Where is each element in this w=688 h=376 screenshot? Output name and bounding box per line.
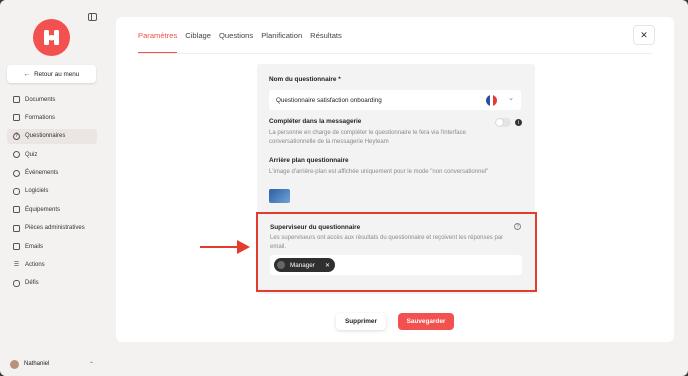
messaging-label: Compléter dans la messagerie bbox=[269, 118, 362, 125]
background-help: L'image d'arrière-plan est affichée uniq… bbox=[269, 169, 489, 175]
info-icon[interactable]: i bbox=[515, 119, 522, 126]
messaging-help: La personne en charge de compléter le qu… bbox=[269, 130, 466, 145]
supervisor-section-highlight: Superviseur du questionnaire ? Les super… bbox=[256, 212, 537, 292]
sidebar-item-equipements[interactable]: Équipements bbox=[7, 202, 97, 217]
questionnaire-name-value: Questionnaire satisfaction onboarding bbox=[276, 96, 382, 104]
sidebar-item-documents[interactable]: Documents bbox=[7, 92, 97, 107]
back-to-menu-label: Retour au menu bbox=[34, 70, 80, 78]
people-icon bbox=[13, 169, 20, 177]
sidebar-item-label: Équipements bbox=[25, 206, 61, 213]
sidebar-item-quiz[interactable]: Quiz bbox=[7, 147, 97, 162]
sidebar-nav: Documents Formations ? Questionnaires Qui… bbox=[7, 92, 97, 294]
tab-resultats[interactable]: Résultats bbox=[310, 31, 342, 53]
mail-icon bbox=[13, 243, 20, 251]
list-icon: ☰ bbox=[13, 262, 20, 269]
sidebar-item-defis[interactable]: Défis bbox=[7, 276, 97, 291]
app-window: ← Retour au menu Documents Formations ? Q… bbox=[0, 0, 688, 376]
heyteam-logo bbox=[33, 19, 70, 56]
french-flag-icon[interactable] bbox=[486, 95, 497, 106]
sidebar-item-label: Pièces administratives bbox=[25, 225, 85, 232]
sidebar-item-label: Emails bbox=[25, 243, 44, 250]
gamepad-icon bbox=[13, 279, 20, 287]
sidebar-item-label: Événements bbox=[25, 170, 59, 177]
sidebar-item-label: Formations bbox=[25, 114, 56, 121]
supervisor-input[interactable]: Manager ✕ bbox=[270, 255, 522, 275]
sidebar-item-label: Questionnaires bbox=[25, 133, 66, 140]
remove-chip-icon[interactable]: ✕ bbox=[325, 262, 330, 269]
background-image-thumbnail[interactable] bbox=[269, 189, 290, 203]
question-icon: ? bbox=[13, 132, 20, 140]
mouse-icon bbox=[13, 187, 20, 195]
document-icon bbox=[13, 96, 20, 103]
tab-questions[interactable]: Questions bbox=[219, 31, 253, 53]
tab-ciblage[interactable]: Ciblage bbox=[185, 31, 211, 53]
sidebar-item-formations[interactable]: Formations bbox=[7, 110, 97, 125]
sidebar-item-emails[interactable]: Emails bbox=[7, 239, 97, 254]
close-button[interactable]: ✕ bbox=[633, 25, 655, 45]
sidebar-item-logiciels[interactable]: Logiciels bbox=[7, 184, 97, 199]
monitor-icon bbox=[13, 206, 20, 214]
main-panel: Paramètres Ciblage Questions Planificati… bbox=[116, 17, 674, 342]
user-name: Nathaniel bbox=[24, 361, 50, 367]
background-label: Arrière plan questionnaire bbox=[269, 157, 349, 164]
delete-button[interactable]: Supprimer bbox=[336, 313, 386, 330]
sidebar-item-questionnaires[interactable]: ? Questionnaires bbox=[7, 128, 97, 144]
sidebar-item-evenements[interactable]: Événements bbox=[7, 166, 97, 181]
chip-avatar bbox=[277, 261, 285, 269]
help-icon[interactable]: ? bbox=[514, 223, 521, 230]
close-icon: ✕ bbox=[640, 29, 648, 40]
sidebar-item-label: Défis bbox=[25, 280, 39, 287]
sidebar-item-label: Quiz bbox=[25, 151, 38, 158]
files-icon bbox=[13, 224, 20, 232]
arrow-left-icon: ← bbox=[23, 70, 31, 78]
sidebar-item-label: Actions bbox=[25, 262, 45, 269]
save-button[interactable]: Sauvegarder bbox=[398, 313, 454, 330]
supervisor-label: Superviseur du questionnaire bbox=[270, 224, 361, 231]
tab-planification[interactable]: Planification bbox=[261, 31, 302, 53]
quiz-icon bbox=[13, 151, 20, 159]
supervisor-help: Les superviseurs ont accès aux résultats… bbox=[270, 235, 504, 250]
sidebar-item-label: Logiciels bbox=[25, 188, 49, 195]
avatar bbox=[10, 359, 19, 369]
questionnaire-name-field[interactable]: Questionnaire satisfaction onboarding ⌄ bbox=[269, 90, 521, 110]
chevron-updown-icon: ⌃ bbox=[88, 361, 94, 368]
back-to-menu-button[interactable]: ← Retour au menu bbox=[7, 65, 96, 83]
tab-parametres[interactable]: Paramètres bbox=[138, 31, 178, 53]
sidebar-item-label: Documents bbox=[25, 96, 56, 103]
user-menu[interactable]: Nathaniel ⌃ bbox=[10, 357, 94, 371]
book-icon bbox=[13, 114, 20, 122]
messaging-toggle[interactable] bbox=[495, 118, 511, 127]
sidebar: ← Retour au menu Documents Formations ? Q… bbox=[0, 0, 104, 376]
supervisor-chip[interactable]: Manager ✕ bbox=[274, 258, 335, 272]
chevron-down-icon[interactable]: ⌄ bbox=[508, 94, 514, 102]
annotation-arrow-icon bbox=[200, 240, 250, 254]
supervisor-chip-label: Manager bbox=[290, 261, 315, 269]
name-label: Nom du questionnaire * bbox=[269, 76, 341, 83]
tab-bar: Paramètres Ciblage Questions Planificati… bbox=[138, 31, 350, 53]
tabs-divider bbox=[138, 53, 652, 54]
sidebar-item-actions[interactable]: ☰ Actions bbox=[7, 258, 97, 273]
logo-mark-icon bbox=[44, 30, 59, 45]
sidebar-item-pieces-administratives[interactable]: Pièces administratives bbox=[7, 221, 97, 236]
sidebar-collapse-icon[interactable] bbox=[88, 13, 97, 21]
